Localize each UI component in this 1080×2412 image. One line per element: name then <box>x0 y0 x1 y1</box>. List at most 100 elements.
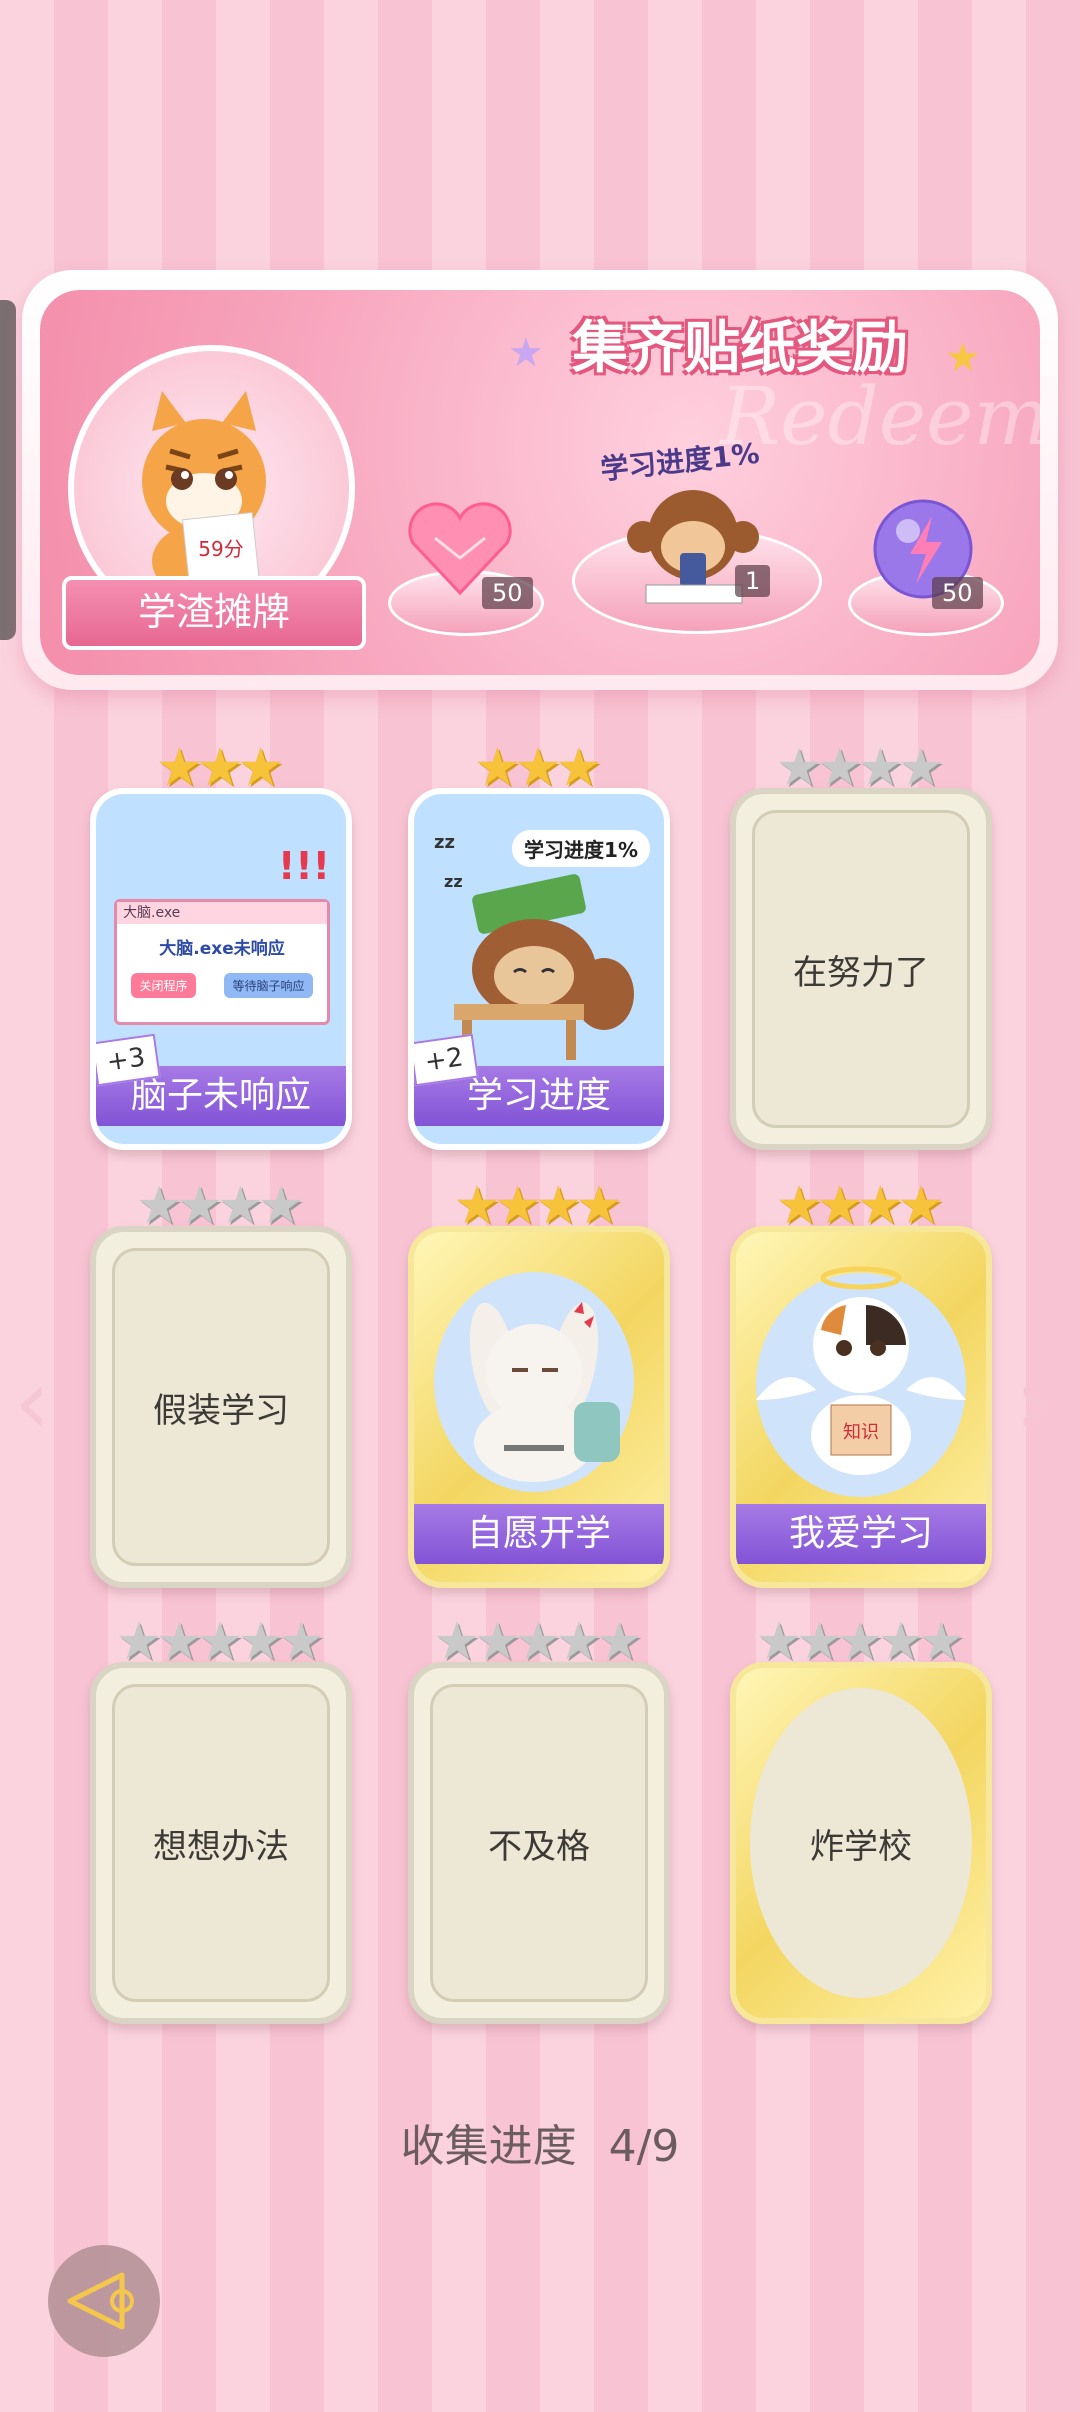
star-rating: ★ ★ ★ <box>408 740 668 794</box>
star-empty-icon: ★ <box>816 738 863 798</box>
star-empty-icon: ★ <box>836 1612 884 1672</box>
star-empty-icon: ★ <box>897 738 945 798</box>
star-filled-icon: ★ <box>535 1176 582 1236</box>
sticker-card[interactable]: !!! 大脑.exe 大脑.exe未响应 关闭程序 等待脑子响应 脑子未响应 +… <box>90 788 352 1150</box>
monkey-sticker-icon[interactable] <box>608 475 778 619</box>
sticker-art-bunny <box>414 1232 664 1502</box>
star-empty-icon: ★ <box>755 1612 803 1672</box>
star-empty-icon: ★ <box>237 1612 284 1672</box>
sticker-slot-7[interactable]: ★ ★ ★ ★ ★ 想想办法 <box>90 1614 352 2024</box>
back-button[interactable] <box>48 2245 160 2357</box>
sticker-card[interactable]: zz zz 学习进度1% 学习进度 +2 <box>408 788 670 1150</box>
sticker-slot-9[interactable]: ★ ★ ★ ★ ★ 炸学校 <box>730 1614 992 2024</box>
star-empty-icon: ★ <box>115 1612 163 1672</box>
star-empty-icon: ★ <box>135 1176 183 1236</box>
star-rating: ★ ★ ★ <box>90 740 350 794</box>
star-rating: ★ ★ ★ ★ ★ <box>90 1614 350 1668</box>
sparkle-icon: ★ <box>508 330 544 376</box>
star-empty-icon: ★ <box>857 738 904 798</box>
star-empty-icon: ★ <box>796 1612 843 1672</box>
star-empty-icon: ★ <box>917 1612 965 1672</box>
star-filled-icon: ★ <box>575 1176 623 1236</box>
star-filled-icon: ★ <box>816 1176 863 1236</box>
duplicate-count-badge: +3 <box>96 1033 161 1087</box>
star-empty-icon: ★ <box>555 1612 602 1672</box>
star-empty-icon: ★ <box>514 1612 562 1672</box>
chevron-right-icon[interactable]: › <box>1015 1350 1051 1455</box>
collection-progress: 收集进度 4/9 <box>0 2110 1080 2174</box>
progress-value: 4/9 <box>608 2121 680 2172</box>
star-empty-icon: ★ <box>156 1612 203 1672</box>
progress-label: 收集进度 <box>400 2121 577 2172</box>
star-rating: ★ ★ ★ ★ ★ <box>730 1614 990 1668</box>
star-filled-icon: ★ <box>156 738 203 798</box>
chevron-left-icon[interactable]: ‹ <box>14 1350 50 1455</box>
angel-cat-icon: 知识 <box>756 1266 966 1497</box>
sticker-art-angel-cat: 知识 <box>736 1232 986 1502</box>
back-arrow-icon <box>67 2272 134 2330</box>
sticker-card-locked[interactable]: 在努力了 <box>730 788 992 1150</box>
sticker-slot-6[interactable]: ★ ★ ★ ★ 知识 我爱学习 <box>730 1178 992 1588</box>
star-empty-icon: ★ <box>595 1612 643 1672</box>
sticker-label: 不及格 <box>488 1826 590 1867</box>
reward-count: 50 <box>482 577 533 609</box>
star-filled-icon: ★ <box>474 738 521 798</box>
sticker-label: 我爱学习 <box>736 1504 986 1564</box>
sticker-card-locked[interactable]: 假装学习 <box>90 1226 352 1588</box>
star-rating: ★ ★ ★ ★ ★ <box>408 1614 668 1668</box>
exclaim-text: !!! <box>278 844 330 888</box>
side-drawer-handle[interactable] <box>0 300 16 640</box>
star-filled-icon: ★ <box>196 738 244 798</box>
star-empty-icon: ★ <box>277 1612 325 1672</box>
window-message: 大脑.exe未响应 <box>159 939 285 959</box>
tiger-score-text: 59分 <box>198 537 243 561</box>
book-text: 知识 <box>843 1422 879 1443</box>
fake-close-button: 关闭程序 <box>131 973 196 998</box>
sticker-card-locked[interactable]: 想想办法 <box>90 1662 352 2024</box>
sticker-slot-4[interactable]: ★ ★ ★ ★ 假装学习 <box>90 1178 352 1588</box>
star-empty-icon: ★ <box>877 1612 924 1672</box>
speech-bubble: 学习进度1% <box>512 830 650 867</box>
sticker-label: 自愿开学 <box>414 1504 664 1564</box>
title-badge: 学渣摊牌 <box>62 576 366 650</box>
sparkle-icon: ★ <box>945 335 981 381</box>
reward-count: 1 <box>735 565 771 597</box>
star-rating: ★ ★ ★ ★ <box>730 740 990 794</box>
banner-title: 集齐贴纸奖励 <box>572 316 908 381</box>
sticker-art-brain-exe: !!! 大脑.exe 大脑.exe未响应 关闭程序 等待脑子响应 <box>96 794 346 1064</box>
sticker-card[interactable]: 知识 我爱学习 <box>730 1226 992 1588</box>
star-rating: ★ ★ ★ ★ <box>408 1178 668 1232</box>
sticker-slot-2[interactable]: ★ ★ ★ zz zz 学习进度1% 学习进度 +2 <box>408 740 670 1150</box>
window-title: 大脑.exe <box>117 902 327 924</box>
sticker-card-locked[interactable]: 炸学校 <box>730 1662 992 2024</box>
star-filled-icon: ★ <box>897 1176 945 1236</box>
zz-text: zz <box>434 832 455 853</box>
sticker-slot-1[interactable]: ★ ★ ★ !!! 大脑.exe 大脑.exe未响应 关闭程序 等待脑子响应 脑子未… <box>90 740 352 1150</box>
sticker-card-locked[interactable]: 不及格 <box>408 1662 670 2024</box>
sticker-label: 假装学习 <box>153 1390 289 1431</box>
star-filled-icon: ★ <box>453 1176 501 1236</box>
sticker-label: 在努力了 <box>793 952 929 993</box>
fake-wait-button: 等待脑子响应 <box>224 973 313 998</box>
star-filled-icon: ★ <box>857 1176 904 1236</box>
sticker-art-sloth: zz zz 学习进度1% <box>414 794 664 1064</box>
star-filled-icon: ★ <box>237 738 284 798</box>
reward-count: 50 <box>932 577 983 609</box>
sticker-card[interactable]: 自愿开学 <box>408 1226 670 1588</box>
star-empty-icon: ★ <box>217 1176 264 1236</box>
sticker-slot-3[interactable]: ★ ★ ★ ★ 在努力了 <box>730 740 992 1150</box>
bunny-icon <box>434 1272 634 1492</box>
star-empty-icon: ★ <box>433 1612 481 1672</box>
star-rating: ★ ★ ★ ★ <box>730 1178 990 1232</box>
star-filled-icon: ★ <box>494 1176 541 1236</box>
star-filled-icon: ★ <box>514 738 562 798</box>
duplicate-count-badge: +2 <box>414 1033 479 1087</box>
star-filled-icon: ★ <box>775 1176 823 1236</box>
star-empty-icon: ★ <box>176 1176 223 1236</box>
sticker-label: 想想办法 <box>153 1826 289 1867</box>
star-rating: ★ ★ ★ ★ <box>90 1178 350 1232</box>
sticker-slot-8[interactable]: ★ ★ ★ ★ ★ 不及格 <box>408 1614 670 2024</box>
star-filled-icon: ★ <box>555 738 602 798</box>
sticker-slot-5[interactable]: ★ ★ ★ ★ 自愿开学 <box>408 1178 670 1588</box>
star-empty-icon: ★ <box>196 1612 244 1672</box>
